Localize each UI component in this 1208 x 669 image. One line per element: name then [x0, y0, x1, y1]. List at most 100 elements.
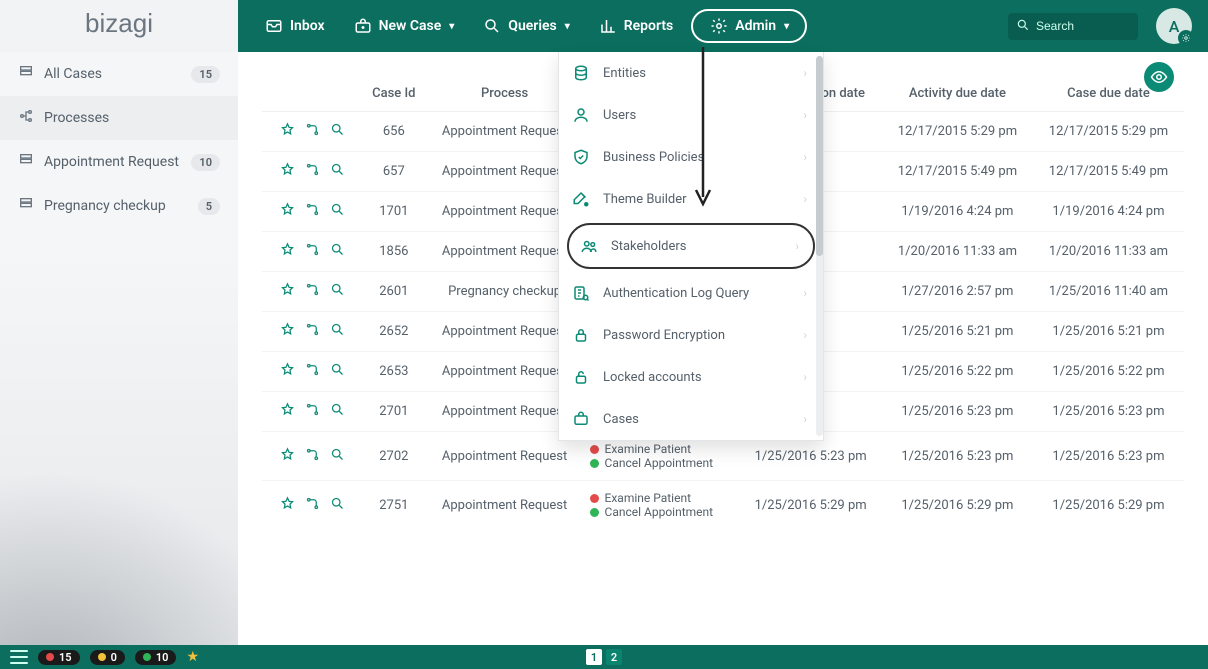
avatar-initial: A [1169, 17, 1180, 36]
cell-casedue: 1/25/2016 5:22 pm [1033, 352, 1184, 392]
global-search[interactable] [1008, 13, 1138, 40]
stack-icon [18, 196, 34, 216]
magnify-icon[interactable] [330, 447, 345, 466]
sidebar-badge: 10 [191, 154, 220, 171]
avatar[interactable]: A [1156, 8, 1192, 44]
main: All Cases15ProcessesAppointment Request1… [0, 52, 1208, 645]
nav-admin[interactable]: Admin ▾ [691, 9, 807, 43]
star-icon[interactable] [280, 242, 295, 261]
flow-icon[interactable] [305, 322, 320, 341]
cell-actdue: 12/17/2015 5:29 pm [882, 112, 1033, 152]
magnify-icon[interactable] [330, 496, 345, 515]
star-icon[interactable] [280, 322, 295, 341]
flow-icon[interactable] [305, 282, 320, 301]
nav-reports[interactable]: Reports [588, 10, 684, 42]
admin-menu-stakeholders[interactable]: Stakeholders› [567, 223, 815, 269]
dropdown-scrollbar[interactable] [816, 56, 823, 436]
magnify-icon[interactable] [330, 282, 345, 301]
nav-inbox[interactable]: Inbox [254, 10, 335, 42]
star-icon[interactable] [280, 496, 295, 515]
nav-newcase[interactable]: New Case ▾ [343, 10, 465, 42]
row-actions [268, 402, 356, 421]
flow-icon[interactable] [305, 496, 320, 515]
magnify-icon[interactable] [330, 162, 345, 181]
status-dot [590, 508, 599, 517]
sidebar-item-pregnancy-checkup[interactable]: Pregnancy checkup5 [0, 184, 238, 228]
magnify-icon[interactable] [330, 362, 345, 381]
caret-down-icon: ▾ [784, 21, 789, 32]
eye-button[interactable] [1144, 62, 1174, 92]
sidebar-item-all-cases[interactable]: All Cases15 [0, 52, 238, 96]
flow-icon[interactable] [305, 362, 320, 381]
magnify-icon[interactable] [330, 322, 345, 341]
chevron-right-icon: › [803, 286, 807, 300]
status-dot [590, 494, 599, 503]
star-icon[interactable] [280, 202, 295, 221]
search-input[interactable] [1036, 19, 1126, 33]
magnify-icon[interactable] [330, 402, 345, 421]
flow-icon[interactable] [305, 402, 320, 421]
logo[interactable]: bizagi [0, 0, 238, 52]
row-actions [268, 496, 356, 515]
star-icon[interactable] [280, 162, 295, 181]
row-actions [268, 162, 356, 181]
admin-menu-locked-accounts[interactable]: Locked accounts› [559, 356, 823, 398]
star-icon[interactable]: ★ [186, 649, 199, 665]
col-case-id: Case Id [362, 76, 426, 112]
activity-line[interactable]: Cancel Appointment [590, 456, 734, 470]
nav-queries[interactable]: Queries ▾ [472, 10, 579, 42]
magnify-icon[interactable] [330, 242, 345, 261]
nav-items: Inbox New Case ▾ Queries ▾ Reports [238, 0, 807, 52]
admin-menu-password-encryption[interactable]: Password Encryption› [559, 314, 823, 356]
admin-menu-label: Password Encryption [603, 328, 725, 343]
sidebar-item-appointment-request[interactable]: Appointment Request10 [0, 140, 238, 184]
admin-menu-cases[interactable]: Cases› [559, 398, 823, 440]
flow-icon[interactable] [305, 447, 320, 466]
status-dot [590, 445, 599, 454]
cell-caseid: 2601 [362, 272, 426, 312]
database-icon [571, 63, 591, 83]
page-1[interactable]: 1 [586, 649, 602, 665]
admin-menu-authentication-log-query[interactable]: Authentication Log Query› [559, 272, 823, 314]
avatar-gear-icon [1178, 30, 1194, 46]
star-icon[interactable] [280, 282, 295, 301]
chevron-right-icon: › [795, 239, 799, 253]
sidebar-badge: 5 [198, 198, 220, 215]
activity-line[interactable]: Examine Patient [590, 491, 734, 505]
admin-menu-label: Locked accounts [603, 370, 702, 385]
cell-casedue: 1/25/2016 5:29 pm [1033, 481, 1184, 530]
magnify-icon[interactable] [330, 122, 345, 141]
cell-caseid: 2702 [362, 432, 426, 481]
star-icon[interactable] [280, 362, 295, 381]
admin-menu-users[interactable]: Users› [559, 94, 823, 136]
cell-activity: Examine PatientCancel Appointment [584, 481, 740, 530]
cell-process: Appointment Request [426, 481, 584, 530]
activity-line[interactable]: Cancel Appointment [590, 505, 734, 519]
page-2[interactable]: 2 [606, 649, 622, 665]
row-actions [268, 202, 356, 221]
activity-line[interactable]: Examine Patient [590, 442, 734, 456]
flow-icon[interactable] [305, 162, 320, 181]
admin-menu-theme-builder[interactable]: Theme Builder› [559, 178, 823, 220]
flow-icon[interactable] [305, 122, 320, 141]
star-icon[interactable] [280, 447, 295, 466]
admin-menu-business-policies[interactable]: Business Policies› [559, 136, 823, 178]
cell-created: 1/25/2016 5:29 pm [739, 481, 882, 530]
flow-icon[interactable] [305, 202, 320, 221]
admin-menu-entities[interactable]: Entities› [559, 52, 823, 94]
table-row[interactable]: 2751 Appointment Request Examine Patient… [262, 481, 1184, 530]
row-actions [268, 322, 356, 341]
status-pill-red[interactable]: 15 [38, 650, 80, 665]
stack-icon [18, 64, 34, 84]
star-icon[interactable] [280, 122, 295, 141]
sidebar-item-processes[interactable]: Processes [0, 96, 238, 140]
status-pill-green[interactable]: 10 [135, 650, 177, 665]
magnify-icon[interactable] [330, 202, 345, 221]
nav-queries-label: Queries [508, 18, 556, 34]
cell-caseid: 657 [362, 152, 426, 192]
cell-actdue: 1/25/2016 5:23 pm [882, 432, 1033, 481]
flow-icon[interactable] [305, 242, 320, 261]
burger-icon[interactable] [10, 650, 28, 664]
status-pill-yellow[interactable]: 0 [90, 650, 125, 665]
star-icon[interactable] [280, 402, 295, 421]
